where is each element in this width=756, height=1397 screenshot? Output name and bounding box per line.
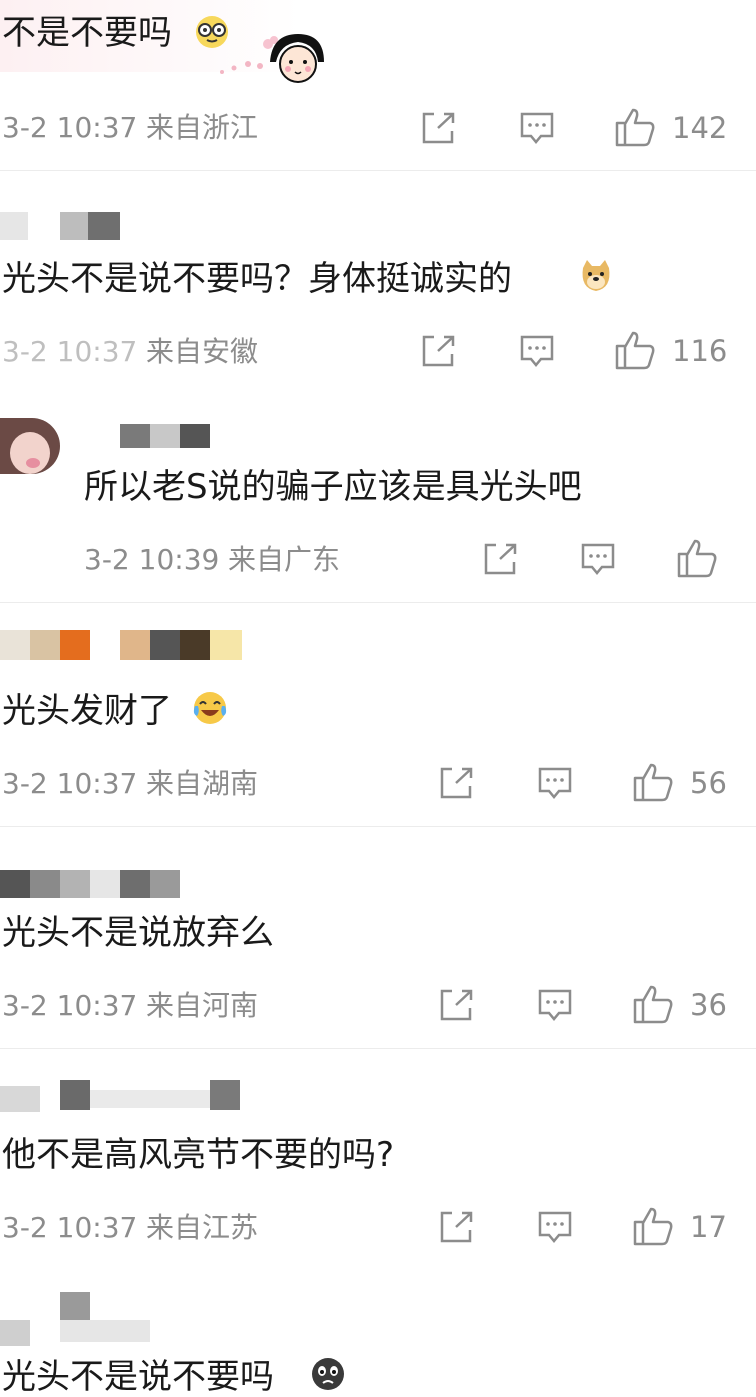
comment-icon[interactable]: [537, 765, 573, 801]
comment-text: 光头不是说不要吗: [2, 1357, 274, 1397]
thumbs-up-icon[interactable]: [632, 1205, 674, 1247]
username-blur: [60, 1292, 90, 1320]
comment-text: 光头不是说不要吗？身体挺诚实的: [2, 259, 512, 299]
like-count: 36: [690, 988, 727, 1022]
user-avatar[interactable]: [0, 418, 60, 474]
comment-location: 来自广东: [228, 543, 341, 576]
comment-icon[interactable]: [537, 987, 573, 1023]
username-blur: [150, 630, 180, 660]
crying-face-emoji: [310, 1356, 346, 1390]
doge-emoji: [578, 258, 614, 294]
username-blur: [180, 424, 210, 448]
comment-icon[interactable]: [580, 541, 616, 577]
comment-location: 来自湖南: [146, 767, 259, 800]
share-icon[interactable]: [420, 334, 456, 368]
like-count: 142: [672, 111, 728, 145]
thumbs-up-icon[interactable]: [632, 983, 674, 1025]
username-blur: [90, 1090, 210, 1108]
girl-sticker: [212, 28, 328, 84]
username-blur: [210, 630, 242, 660]
comment-time: 3-2 10:37: [2, 1211, 138, 1244]
divider: [0, 602, 756, 603]
comment-text: 所以老S说的骗子应该是具光头吧: [84, 467, 582, 507]
username-blur: [60, 870, 90, 898]
divider: [0, 170, 756, 171]
username-blur: [30, 870, 60, 898]
thumbs-up-icon[interactable]: [614, 106, 656, 148]
username-blur: [60, 630, 90, 660]
comment-location: 来自江苏: [146, 1211, 259, 1244]
username-blur: [0, 212, 28, 240]
comment-time: 3-2 10:39: [84, 543, 220, 576]
comment-time: 3-2 10:37: [2, 111, 138, 144]
comment-icon[interactable]: [519, 333, 555, 369]
divider: [0, 826, 756, 827]
comment-location: 来自安徽: [146, 335, 259, 368]
share-icon[interactable]: [438, 1210, 474, 1244]
username-blur: [120, 870, 150, 898]
like-count: 17: [690, 1210, 727, 1244]
comment-text: 他不是高风亮节不要的吗?: [2, 1135, 395, 1175]
username-blur: [180, 630, 210, 660]
username-blur: [0, 1320, 30, 1346]
username-blur: [60, 1320, 150, 1342]
comment-icon[interactable]: [519, 110, 555, 146]
comment-icon[interactable]: [537, 1209, 573, 1245]
share-icon[interactable]: [438, 766, 474, 800]
comment-time: 3-2 10:37: [2, 767, 138, 800]
comment-time: 3-2 10:37: [2, 335, 138, 368]
username-blur: [120, 424, 150, 448]
username-blur: [150, 870, 180, 898]
laugh-cry-emoji: [192, 690, 228, 726]
username-blur: [30, 630, 60, 660]
comment-text: 光头不是说放弃么: [2, 913, 274, 953]
divider: [0, 1048, 756, 1049]
share-icon[interactable]: [438, 988, 474, 1022]
username-blur: [88, 212, 120, 240]
thumbs-up-icon[interactable]: [614, 329, 656, 371]
username-blur: [0, 870, 30, 898]
share-icon[interactable]: [482, 542, 518, 576]
thumbs-up-icon[interactable]: [632, 761, 674, 803]
username-blur: [60, 1080, 90, 1110]
username-blur: [60, 212, 88, 240]
comment-text: 不是不要吗: [2, 13, 172, 53]
username-blur: [0, 1086, 40, 1112]
comment-location: 来自河南: [146, 989, 259, 1022]
username-blur: [120, 630, 150, 660]
share-icon[interactable]: [420, 111, 456, 145]
comment-time: 3-2 10:37: [2, 989, 138, 1022]
like-count: 116: [672, 334, 728, 368]
thumbs-up-icon[interactable]: [676, 537, 718, 579]
username-blur: [210, 1080, 240, 1110]
comment-location: 来自浙江: [146, 111, 259, 144]
comment-text: 光头发财了: [2, 691, 172, 731]
username-blur: [150, 424, 180, 448]
username-blur: [0, 630, 30, 660]
like-count: 56: [690, 766, 727, 800]
username-blur: [90, 870, 120, 898]
